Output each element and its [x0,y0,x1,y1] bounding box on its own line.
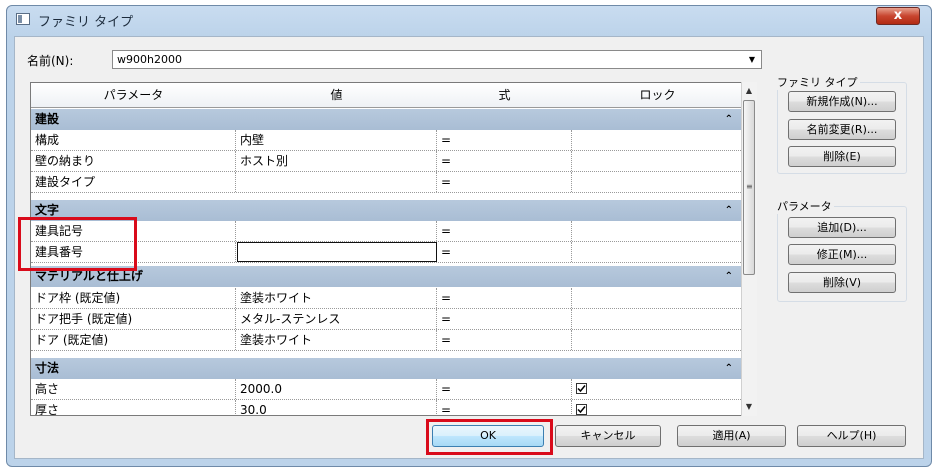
param-value-edit-field[interactable] [237,242,437,262]
delete-type-button[interactable]: 削除(E) [788,146,896,167]
group-title: 文字 [35,203,60,217]
scroll-up-icon[interactable]: ▲ [742,84,756,98]
group-header-text[interactable]: 文字 ⌃ [31,200,743,221]
help-button[interactable]: ヘルプ(H) [797,425,906,447]
collapse-icon[interactable]: ⌃ [725,266,733,287]
param-name: ドア枠 (既定値) [31,288,236,308]
collapse-icon[interactable]: ⌃ [725,109,733,130]
name-combobox[interactable]: w900h2000 ▼ [112,50,762,69]
param-lock [572,130,743,150]
table-row[interactable]: 構成 内壁 = [31,130,743,151]
column-header-lock[interactable]: ロック [572,83,744,108]
family-types-label: ファミリ タイプ [777,76,858,89]
param-formula[interactable]: = [437,172,572,192]
lock-checkbox[interactable] [576,404,587,415]
param-formula[interactable]: = [437,242,572,262]
title-bar[interactable] [7,6,931,36]
param-lock [572,288,743,308]
rename-type-button[interactable]: 名前変更(R)... [788,119,896,140]
param-lock [572,151,743,171]
window-title: ファミリ タイプ [38,15,134,30]
param-value[interactable]: 30.0 [236,400,437,415]
table-row[interactable]: 厚さ 30.0 = [31,400,743,415]
table-row[interactable]: 建具番号 = [31,242,743,263]
param-value[interactable]: 塗装ホワイト [236,288,437,308]
group-header-construction[interactable]: 建設 ⌃ [31,109,743,130]
table-row[interactable]: 建設タイプ = [31,172,743,193]
collapse-icon[interactable]: ⌃ [725,358,733,379]
param-lock [572,242,743,262]
group-header-dimensions[interactable]: 寸法 ⌃ [31,358,743,379]
new-type-button[interactable]: 新規作成(N)... [788,91,896,112]
table-row[interactable]: ドア枠 (既定値) 塗装ホワイト = [31,288,743,309]
close-icon: x [893,8,903,23]
param-name: ドア把手 (既定値) [31,309,236,329]
checkmark-icon [577,385,586,393]
add-parameter-button[interactable]: 追加(D)... [788,217,896,238]
param-lock [572,221,743,241]
column-header-formula[interactable]: 式 [437,83,573,108]
parameter-grid: パラメータ 値 式 ロック 建設 ⌃ 構成 内壁 = 壁の納まり ホスト別 = … [30,82,757,416]
group-title: 建設 [35,112,60,126]
param-value[interactable]: メタル-ステンレス [236,309,437,329]
param-value[interactable] [236,172,437,192]
param-lock [572,400,743,415]
param-formula[interactable]: = [437,309,572,329]
table-row[interactable]: 壁の納まり ホスト別 = [31,151,743,172]
highlight-box-text-params [18,217,137,271]
name-combobox-value: w900h2000 [117,53,182,66]
param-lock [572,379,743,399]
table-row[interactable]: 高さ 2000.0 = [31,379,743,400]
table-row[interactable]: 建具記号 = [31,221,743,242]
param-formula[interactable]: = [437,379,572,399]
collapse-icon[interactable]: ⌃ [725,200,733,221]
chevron-down-icon[interactable]: ▼ [745,52,759,67]
table-row[interactable]: ドア (既定値) 塗装ホワイト = [31,330,743,351]
apply-button[interactable]: 適用(A) [677,425,786,447]
param-value[interactable] [236,221,437,241]
param-value[interactable]: 2000.0 [236,379,437,399]
grip-icon: ≡ [746,182,753,191]
scroll-down-icon[interactable]: ▼ [742,400,756,414]
param-name: 構成 [31,130,236,150]
param-formula[interactable]: = [437,400,572,415]
group-title: 寸法 [35,361,60,375]
param-formula[interactable]: = [437,288,572,308]
param-name: ドア (既定値) [31,330,236,350]
param-name: 建設タイプ [31,172,236,192]
highlight-box-ok [426,419,553,455]
param-name: 壁の納まり [31,151,236,171]
group-title: マテリアルと仕上げ [35,269,143,283]
window-icon [16,13,30,25]
column-header-parameter[interactable]: パラメータ [31,83,237,108]
checkmark-icon [577,406,586,414]
param-formula[interactable]: = [437,151,572,171]
lock-checkbox[interactable] [576,383,587,394]
param-value[interactable]: 内壁 [236,130,437,150]
param-lock [572,330,743,350]
param-name: 高さ [31,379,236,399]
param-name: 厚さ [31,400,236,415]
param-formula[interactable]: = [437,330,572,350]
name-label: 名前(N): [27,54,74,68]
remove-parameter-button[interactable]: 削除(V) [788,272,896,293]
modify-parameter-button[interactable]: 修正(M)... [788,244,896,265]
group-header-materials[interactable]: マテリアルと仕上げ ⌃ [31,266,743,287]
param-value[interactable]: ホスト別 [236,151,437,171]
param-lock [572,172,743,192]
close-button[interactable]: x [876,7,920,25]
parameters-label: パラメータ [777,200,832,213]
param-formula[interactable]: = [437,130,572,150]
cancel-button[interactable]: キャンセル [555,425,661,447]
table-row[interactable]: ドア把手 (既定値) メタル-ステンレス = [31,309,743,330]
param-lock [572,309,743,329]
param-formula[interactable]: = [437,221,572,241]
column-header-value[interactable]: 値 [236,83,438,108]
param-value[interactable]: 塗装ホワイト [236,330,437,350]
